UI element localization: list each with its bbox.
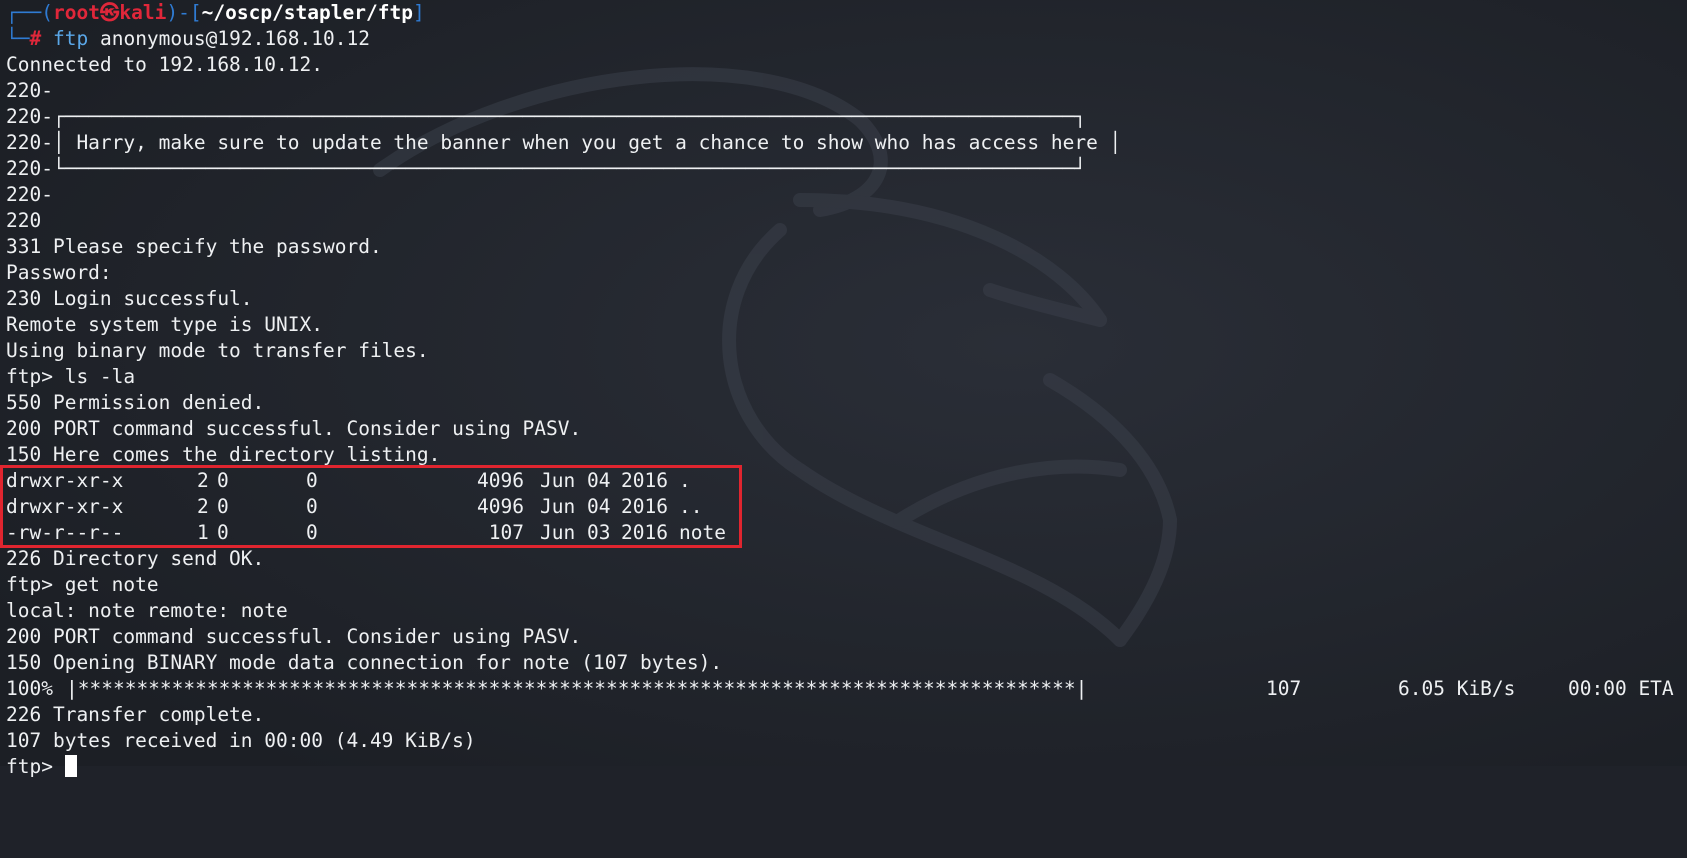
listing-name: note (679, 521, 726, 544)
output-block-c: 226 Transfer complete. 107 bytes received… (6, 702, 1687, 754)
progress-eta: 00:00 ETA (1568, 677, 1674, 700)
listing-perm: -rw-r--r-- (6, 521, 124, 544)
listing-row: drwxr-xr-x 2 0 0 4096 Jun 04 2016.. (6, 494, 1687, 520)
directory-listing: drwxr-xr-x 2 0 0 4096 Jun 04 2016. drwxr-xr-x 2 0… (6, 468, 1687, 546)
listing-perm: drwxr-xr-x (6, 495, 124, 518)
listing-links: 2 (197, 495, 209, 518)
output-line: Password: (6, 261, 112, 284)
progress-rate: 6.05 KiB/s (1398, 677, 1516, 700)
listing-size: 4096 (477, 469, 524, 492)
listing-owner: 0 (217, 495, 229, 518)
listing-owner: 0 (217, 521, 229, 544)
output-line: 200 PORT command successful. Consider us… (6, 417, 582, 440)
output-line: ftp> get note (6, 573, 159, 596)
output-line: Remote system type is UNIX. (6, 313, 323, 336)
listing-name: .. (679, 495, 703, 518)
listing-links: 2 (197, 469, 209, 492)
listing-links: 1 (197, 521, 209, 544)
output-line: 220 (6, 209, 42, 232)
command-name: ftp (52, 27, 89, 50)
output-line: 226 Directory send OK. (6, 547, 265, 570)
listing-name: . (679, 469, 691, 492)
prompt-path: ~/oscp/stapler/ftp (201, 1, 413, 24)
listing-year: 2016 (621, 495, 668, 518)
listing-row: drwxr-xr-x 2 0 0 4096 Jun 04 2016. (6, 468, 1687, 494)
final-prompt-line[interactable]: ftp> (6, 754, 1687, 780)
output-line: 220- (6, 79, 53, 102)
prompt-bracket: ] (412, 1, 425, 24)
prompt-hash: # (29, 27, 42, 50)
listing-group: 0 (306, 469, 318, 492)
progress-line: 100% |**********************************… (6, 676, 1687, 702)
prompt-user: root㉿kali (52, 1, 167, 24)
listing-year: 2016 (621, 521, 668, 544)
text-cursor (64, 755, 77, 777)
progress-percent: 100% (6, 677, 53, 700)
output-block-b: 226 Directory send OK. ftp> get note local… (6, 546, 1687, 676)
output-line: 220-┌───────────────────────────────────… (6, 105, 1087, 128)
listing-date: Jun 04 (540, 469, 611, 492)
output-line: 331 Please specify the password. (6, 235, 382, 258)
output-line: 226 Transfer complete. (6, 703, 265, 726)
listing-year: 2016 (621, 469, 668, 492)
output-line: 220- (6, 183, 53, 206)
output-line: 107 bytes received in 00:00 (4.49 KiB/s) (6, 729, 476, 752)
output-line: 220-│ Harry, make sure to update the ban… (6, 131, 1122, 154)
prompt-bracket: )-[ (166, 1, 202, 24)
listing-size: 4096 (477, 495, 524, 518)
output-line: 150 Here comes the directory listing. (6, 443, 441, 466)
listing-group: 0 (306, 495, 318, 518)
progress-bytes: 107 (1266, 677, 1302, 700)
prompt-line: ┌──(root㉿kali)-[~/oscp/stapler/ftp] (6, 0, 1687, 26)
output-line: 200 PORT command successful. Consider us… (6, 625, 582, 648)
terminal[interactable]: ┌──(root㉿kali)-[~/oscp/stapler/ftp] └─# … (6, 0, 1687, 778)
output-line: 230 Login successful. (6, 287, 253, 310)
output-line: ftp> ls -la (6, 365, 136, 388)
output-line: 150 Opening BINARY mode data connection … (6, 651, 723, 674)
output-line: Connected to 192.168.10.12. (6, 53, 323, 76)
listing-date: Jun 03 (540, 521, 611, 544)
prompt-bracket: ┌──( (6, 1, 53, 24)
progress-bar: |***************************************… (66, 677, 1088, 700)
prompt-corner: └─ (6, 27, 30, 50)
listing-group: 0 (306, 521, 318, 544)
listing-perm: drwxr-xr-x (6, 469, 124, 492)
output-block-a: Connected to 192.168.10.12. 220- 220-┌────… (6, 52, 1687, 468)
output-line: Using binary mode to transfer files. (6, 339, 429, 362)
output-line: local: note remote: note (6, 599, 288, 622)
output-line: 220-└───────────────────────────────────… (6, 157, 1087, 180)
listing-row: -rw-r--r-- 1 0 0 107 Jun 03 2016 note (6, 520, 1687, 546)
command-args: anonymous@192.168.10.12 (99, 27, 370, 50)
listing-owner: 0 (217, 469, 229, 492)
listing-date: Jun 04 (540, 495, 611, 518)
listing-size: 107 (488, 521, 524, 544)
output-line: 550 Permission denied. (6, 391, 265, 414)
command-line: └─# ftp anonymous@192.168.10.12 (6, 26, 1687, 52)
